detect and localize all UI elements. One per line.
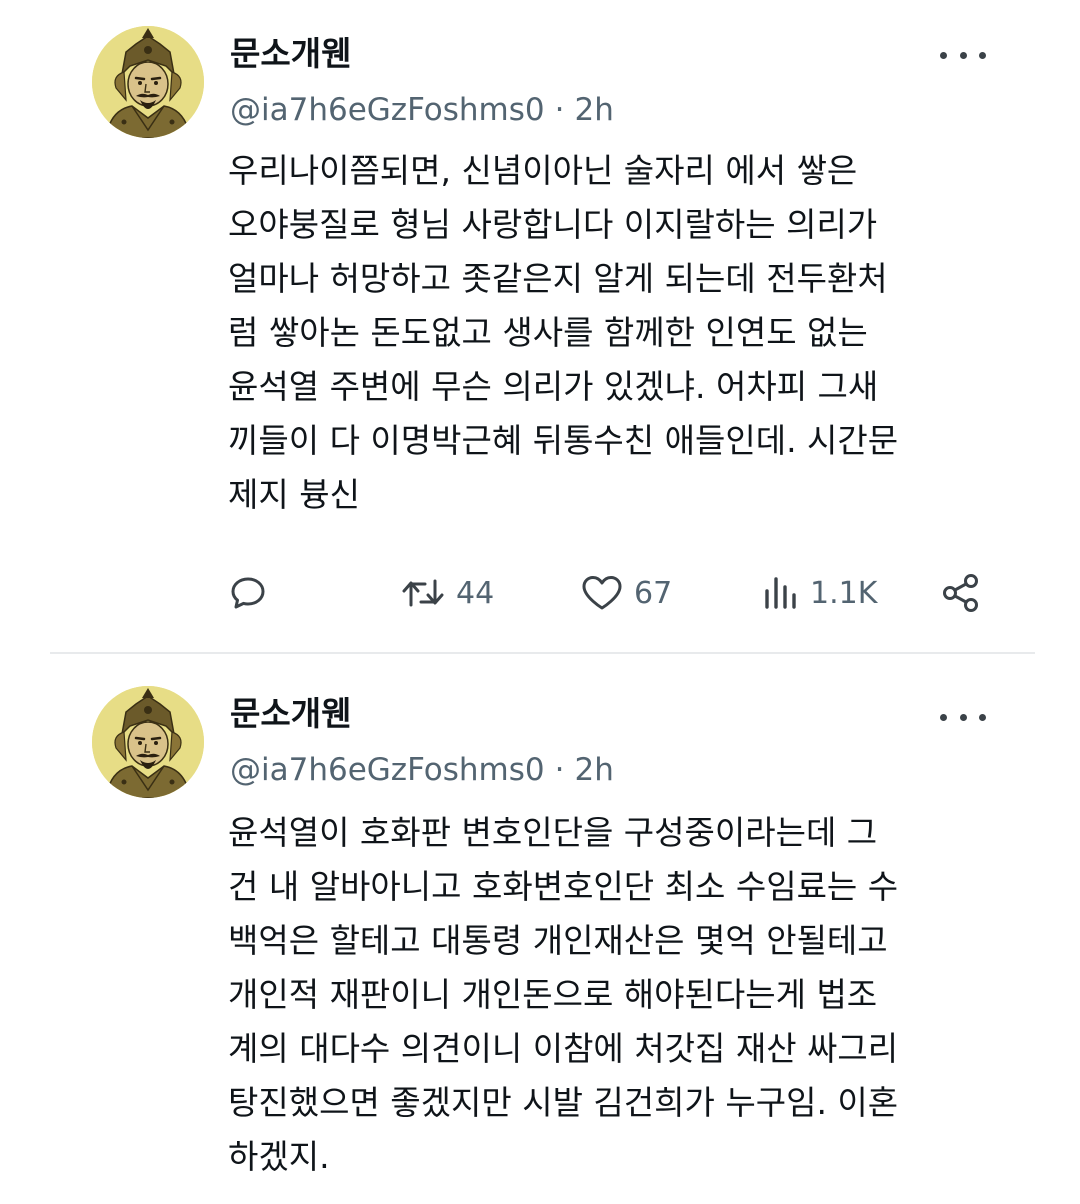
- tweet-card[interactable]: 문소개웬 @ia7h6eGzFoshms0 · 2h 우리나이쯤되면, 신념이아닌 …: [0, 0, 1080, 652]
- tweet-text-line: 탕진했으면 좋겠지만 시발 김건희가 누구임. 이혼: [228, 1083, 899, 1122]
- post-time[interactable]: 2h: [575, 92, 614, 128]
- more-options-icon[interactable]: [940, 707, 986, 727]
- tweet-text-line: 하겠지.: [228, 1137, 330, 1176]
- views-button[interactable]: 1.1K: [762, 568, 877, 618]
- action-bar: 44 67 1.1K: [228, 568, 998, 618]
- tweet-text-line: 윤석열 주변에 무슨 의리가 있겠냐. 어차피 그새: [228, 367, 879, 406]
- tweet-divider: [50, 652, 1035, 654]
- tweet-text-line: 윤석열이 호화판 변호인단을 구성중이라는데 그: [228, 813, 878, 852]
- author-handle[interactable]: @ia7h6eGzFoshms0: [230, 92, 545, 128]
- repost-count: 44: [456, 575, 495, 611]
- more-dot: [979, 713, 986, 721]
- author-handle[interactable]: @ia7h6eGzFoshms0: [230, 752, 545, 788]
- tweet-text: 윤석열이 호화판 변호인단을 구성중이라는데 그 건 내 알바아니고 호화변호인…: [228, 806, 1018, 1184]
- more-dot: [979, 51, 986, 59]
- more-options-icon[interactable]: [940, 45, 986, 65]
- tweet-text-line: 건 내 알바아니고 호화변호인단 최소 수임료는 수: [228, 867, 899, 906]
- author-meta: @ia7h6eGzFoshms0 · 2h: [230, 90, 614, 130]
- more-dot: [940, 51, 947, 59]
- like-count: 67: [634, 575, 673, 611]
- author-display-name[interactable]: 문소개웬: [230, 694, 351, 734]
- meta-separator: ·: [554, 752, 565, 788]
- tweet-text-line: 제지 븅신: [228, 475, 360, 514]
- tweet-text-line: 얼마나 허망하고 좃같은지 알게 되는데 전두환처: [228, 259, 888, 298]
- tweet-text-line: 럼 쌓아논 돈도없고 생사를 함께한 인연도 없는: [228, 313, 868, 352]
- repost-button[interactable]: 44: [400, 568, 494, 618]
- tweet-text-line: 백억은 할테고 대통령 개인재산은 몇억 안될테고: [228, 921, 888, 960]
- avatar[interactable]: [92, 686, 204, 798]
- avatar[interactable]: [92, 26, 204, 138]
- like-button[interactable]: 67: [580, 568, 672, 618]
- general-portrait-avatar-icon: [92, 26, 204, 138]
- tweet-text-line: 개인적 재판이니 개인돈으로 해야된다는게 법조: [228, 975, 878, 1014]
- heart-icon: [582, 576, 622, 610]
- more-dot: [959, 713, 967, 721]
- author-display-name[interactable]: 문소개웬: [230, 34, 351, 74]
- general-portrait-avatar-icon: [92, 686, 204, 798]
- views-count: 1.1K: [810, 575, 878, 611]
- tweet-text-line: 오야붕질로 형님 사랑합니다 이지랄하는 의리가: [228, 205, 878, 244]
- post-time[interactable]: 2h: [575, 752, 614, 788]
- more-dot: [959, 51, 967, 59]
- more-dot: [940, 713, 947, 721]
- reply-button[interactable]: [228, 568, 268, 618]
- views-icon: [765, 577, 796, 609]
- author-meta: @ia7h6eGzFoshms0 · 2h: [230, 750, 614, 790]
- meta-separator: ·: [554, 92, 565, 128]
- tweet-text-line: 우리나이쯤되면, 신념이아닌 술자리 에서 쌓은: [228, 151, 858, 190]
- reply-icon: [231, 577, 265, 609]
- repost-icon: [402, 579, 444, 607]
- tweet-text: 우리나이쯤되면, 신념이아닌 술자리 에서 쌓은 오야붕질로 형님 사랑합니다 …: [228, 144, 1018, 522]
- tweet-card[interactable]: 문소개웬 @ia7h6eGzFoshms0 · 2h 윤석열이 호화판 변호인단을 …: [0, 656, 1080, 1204]
- share-button[interactable]: [940, 568, 982, 618]
- share-icon: [943, 574, 978, 612]
- tweet-text-line: 끼들이 다 이명박근혜 뒤통수친 애들인데. 시간문: [228, 421, 899, 460]
- tweet-text-line: 계의 대다수 의견이니 이참에 처갓집 재산 싸그리: [228, 1029, 899, 1068]
